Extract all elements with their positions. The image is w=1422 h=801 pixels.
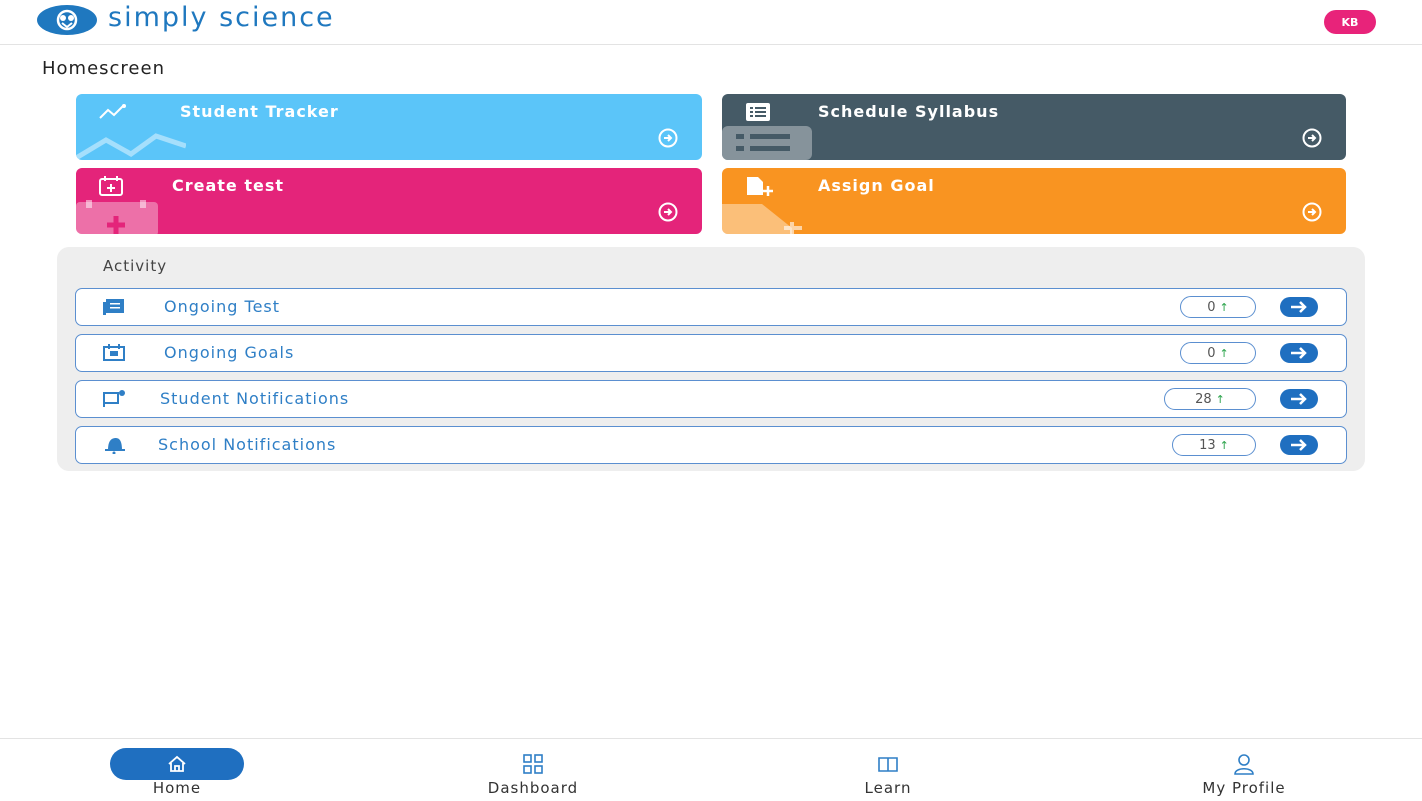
school-notifications-row[interactable]: School Notifications 13 ↑ <box>75 426 1347 464</box>
card-label: Student Tracker <box>180 102 339 121</box>
user-icon <box>1234 754 1254 775</box>
arrow-right-icon <box>1291 393 1307 405</box>
arrow-circle-icon[interactable] <box>658 202 678 222</box>
nav-label: Learn <box>864 779 912 797</box>
count-badge: 0 ↑ <box>1180 296 1256 318</box>
card-label: Schedule Syllabus <box>818 102 1000 121</box>
arrow-circle-icon[interactable] <box>1302 202 1322 222</box>
arrow-circle-icon[interactable] <box>658 128 678 148</box>
row-label: School Notifications <box>158 435 337 454</box>
count-value: 0 <box>1207 345 1216 361</box>
up-arrow-icon: ↑ <box>1219 300 1229 314</box>
activity-panel: Activity Ongoing Test 0 ↑ Ongoing Goals … <box>57 247 1365 471</box>
up-arrow-icon: ↑ <box>1215 392 1225 406</box>
go-arrow-button[interactable] <box>1280 389 1318 409</box>
list-icon <box>746 103 770 121</box>
nav-label: Home <box>152 779 202 797</box>
count-value: 0 <box>1207 299 1216 315</box>
calendar-plus-icon <box>99 176 123 196</box>
home-icon <box>168 755 186 772</box>
student-notifications-row[interactable]: Student Notifications 28 ↑ <box>75 380 1347 418</box>
file-ghost-icon <box>722 204 802 234</box>
arrow-circle-icon[interactable] <box>1302 128 1322 148</box>
arrow-right-icon <box>1291 347 1307 359</box>
create-test-card[interactable]: Create test <box>76 168 702 234</box>
page-title: Homescreen <box>42 58 165 79</box>
file-plus-icon <box>747 177 773 196</box>
schedule-syllabus-card[interactable]: Schedule Syllabus <box>722 94 1346 160</box>
nav-label: My Profile <box>1202 779 1286 797</box>
up-arrow-icon: ↑ <box>1219 438 1229 452</box>
up-arrow-icon: ↑ <box>1219 346 1229 360</box>
go-arrow-button[interactable] <box>1280 435 1318 455</box>
app-header: simply science KB <box>0 0 1422 45</box>
grid-icon <box>523 754 543 774</box>
count-badge: 28 ↑ <box>1164 388 1256 410</box>
card-label: Create test <box>172 176 285 195</box>
ongoing-goals-row[interactable]: Ongoing Goals 0 ↑ <box>75 334 1347 372</box>
chart-ghost-icon <box>76 133 186 160</box>
bottom-nav: Home Dashboard Learn My Profile <box>0 738 1422 801</box>
row-label: Ongoing Test <box>164 297 281 316</box>
nav-label: Dashboard <box>487 779 579 797</box>
chart-sparkle-icon <box>99 104 126 119</box>
arrow-right-icon <box>1291 301 1307 313</box>
bell-icon <box>105 438 125 454</box>
ongoing-test-row[interactable]: Ongoing Test 0 ↑ <box>75 288 1347 326</box>
card-label: Assign Goal <box>818 176 935 195</box>
count-value: 13 <box>1199 437 1216 453</box>
avatar[interactable]: KB <box>1324 10 1376 34</box>
activity-title: Activity <box>103 257 168 275</box>
row-label: Ongoing Goals <box>164 343 295 362</box>
flag-notification-icon <box>103 390 125 407</box>
assign-goal-card[interactable]: Assign Goal <box>722 168 1346 234</box>
count-badge: 13 ↑ <box>1172 434 1256 456</box>
row-label: Student Notifications <box>160 389 350 408</box>
list-ghost-icon <box>722 126 812 160</box>
goal-calendar-icon <box>103 344 125 361</box>
count-value: 28 <box>1195 391 1212 407</box>
brand-name: simply science <box>108 2 335 33</box>
book-icon <box>878 757 898 772</box>
go-arrow-button[interactable] <box>1280 297 1318 317</box>
test-list-icon <box>103 299 124 315</box>
go-arrow-button[interactable] <box>1280 343 1318 363</box>
student-tracker-card[interactable]: Student Tracker <box>76 94 702 160</box>
arrow-right-icon <box>1291 439 1307 451</box>
logo-icon <box>37 5 97 35</box>
calendar-ghost-icon <box>76 200 158 234</box>
count-badge: 0 ↑ <box>1180 342 1256 364</box>
